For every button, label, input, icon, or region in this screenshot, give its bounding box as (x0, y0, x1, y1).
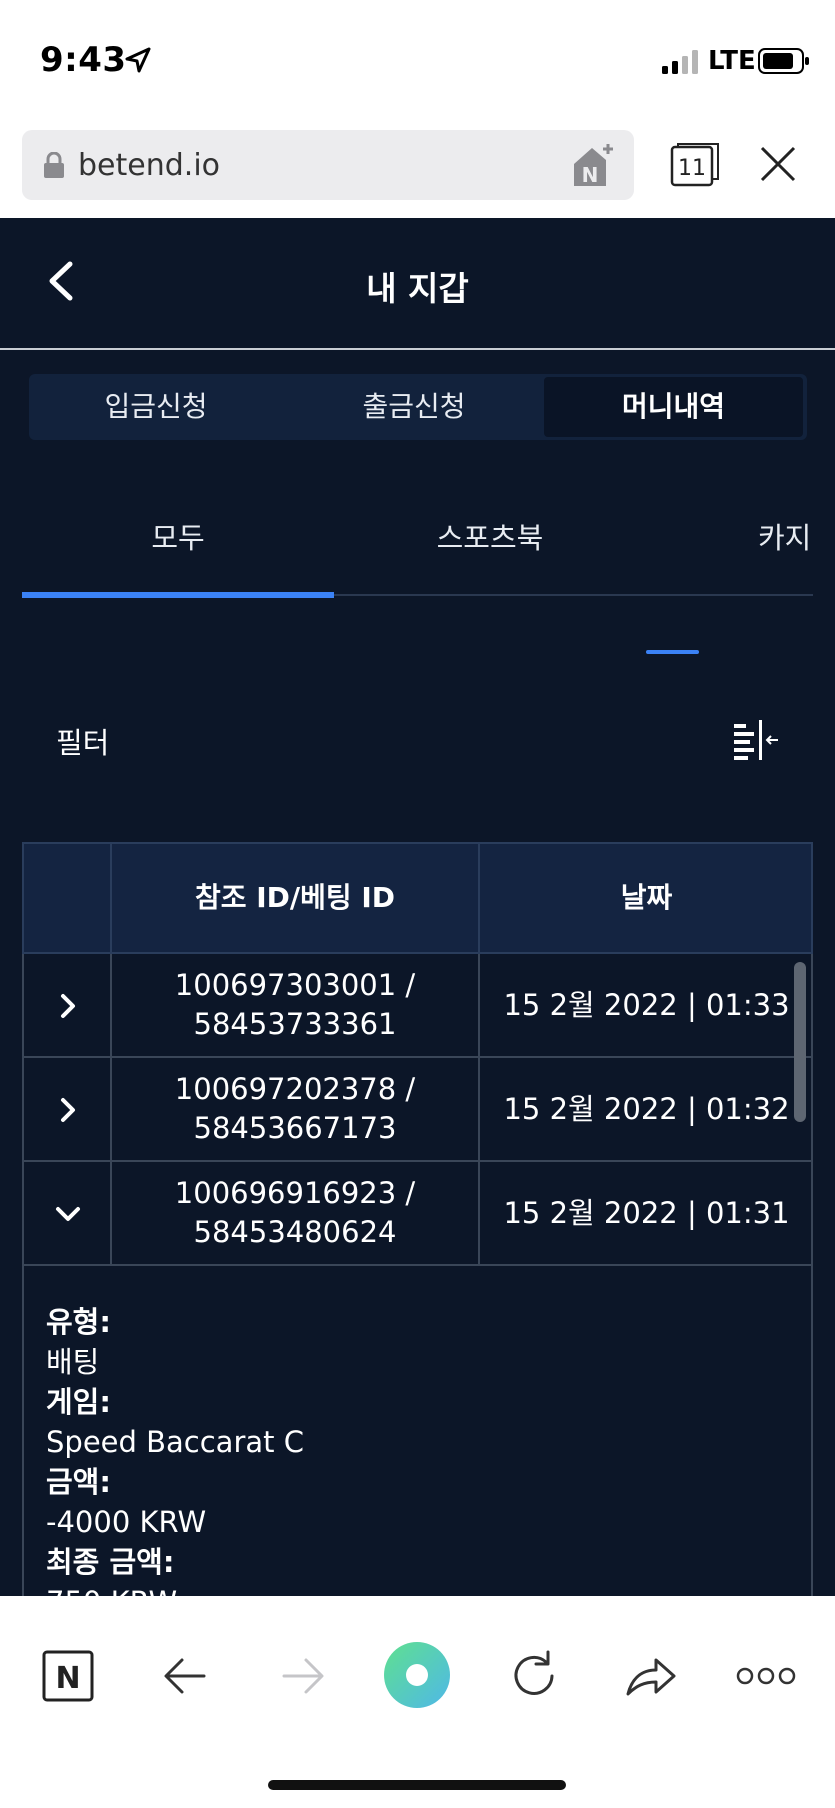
tab-money-history[interactable]: 머니내역 (544, 377, 803, 437)
network-type: LTE (708, 46, 756, 76)
detail-amount-label: 금액: (46, 1465, 111, 1499)
detail-amount-value: -4000 KRW (46, 1505, 207, 1539)
status-bar: 9:43 LTE (0, 0, 835, 120)
detail-final-amount-label: 최종 금액: (46, 1545, 175, 1579)
svg-text:11: 11 (678, 156, 706, 181)
table-row[interactable]: 100697303001 / 58453733361 15 2월 2022 | … (22, 954, 813, 1058)
page-header: 내 지갑 (0, 218, 835, 348)
header-expand-cell (24, 844, 112, 952)
detail-type-label: 유형: (46, 1305, 111, 1339)
reference-id: 100696916923 / (174, 1176, 416, 1210)
status-time: 9:43 (40, 40, 127, 80)
table-row[interactable]: 100697202378 / 58453667173 15 2월 2022 | … (22, 1058, 813, 1162)
active-category-indicator (22, 592, 334, 598)
forward-icon[interactable] (274, 1648, 330, 1704)
date-cell: 15 2월 2022 | 01:32 (503, 1092, 790, 1126)
svg-text:N: N (55, 1661, 80, 1696)
category-tabs: 모두 스포츠북 카지 (22, 488, 813, 598)
chevron-down-icon (56, 1207, 80, 1221)
page-title: 내 지갑 (366, 269, 469, 308)
signal-icon (662, 50, 698, 74)
close-icon[interactable] (758, 144, 798, 184)
location-arrow-icon (125, 47, 151, 73)
table-header: 참조 ID/베팅 ID 날짜 (22, 842, 813, 954)
reference-id: 100697202378 / (174, 1072, 416, 1106)
detail-type-value: 배팅 (46, 1345, 100, 1379)
chevron-right-icon (61, 1098, 75, 1122)
detail-final-amount-value: 750 KRW (46, 1582, 811, 1596)
expand-cell[interactable] (24, 1162, 112, 1264)
tab-withdraw-request[interactable]: 출금신청 (283, 374, 545, 440)
address-bar[interactable]: betend.io N (22, 130, 634, 200)
tabs-button[interactable]: 11 (670, 143, 720, 187)
wallet-segment-control: 입금신청 출금신청 머니내역 (29, 374, 807, 440)
tab-casino[interactable]: 카지 (646, 488, 835, 588)
bet-id: 58453733361 (193, 1007, 397, 1041)
reference-id-cell: 100697202378 / 58453667173 (112, 1058, 480, 1160)
detail-game-label: 게임: (46, 1385, 111, 1419)
bet-id: 58453667173 (193, 1111, 397, 1145)
reload-icon[interactable] (506, 1648, 562, 1704)
filter-label[interactable]: 필터 (56, 720, 109, 762)
url-text: betend.io (78, 148, 221, 183)
table-scrollbar[interactable] (794, 962, 806, 1122)
expand-cell[interactable] (24, 1058, 112, 1160)
header-date: 날짜 (620, 881, 673, 914)
date-cell: 15 2월 2022 | 01:31 (503, 1196, 790, 1230)
share-icon[interactable] (622, 1648, 678, 1704)
tab-all[interactable]: 모두 (22, 488, 334, 588)
back-icon[interactable] (158, 1648, 214, 1704)
header-reference-id: 참조 ID/베팅 ID (112, 844, 480, 952)
naver-n-icon[interactable]: N (40, 1648, 96, 1704)
filter-collapse-icon[interactable] (732, 718, 780, 762)
add-to-home-icon[interactable]: N (568, 140, 618, 190)
svg-text:N: N (582, 163, 599, 187)
lock-icon (44, 152, 64, 178)
reference-id-cell: 100696916923 / 58453480624 (112, 1162, 480, 1264)
row-detail-panel: 유형: 배팅 게임: Speed Baccarat C 금액: -4000 KR… (22, 1266, 813, 1596)
reference-id-cell: 100697303001 / 58453733361 (112, 954, 480, 1056)
chevron-right-icon (61, 994, 75, 1018)
battery-icon (758, 48, 809, 74)
tab-sportsbook[interactable]: 스포츠북 (334, 488, 646, 588)
header-divider (0, 348, 835, 350)
reference-id: 100697303001 / (174, 968, 416, 1002)
green-dot-icon[interactable] (382, 1640, 452, 1710)
expand-cell[interactable] (24, 954, 112, 1056)
more-options-icon[interactable] (736, 1662, 796, 1690)
bet-id: 58453480624 (193, 1215, 397, 1249)
active-tab-indicator (646, 650, 699, 654)
browser-toolbar: N (0, 1596, 835, 1808)
table-row[interactable]: 100696916923 / 58453480624 15 2월 2022 | … (22, 1162, 813, 1266)
wallet-page: 내 지갑 입금신청 출금신청 머니내역 모두 스포츠북 카지 필터 참조 ID/… (0, 218, 835, 1596)
tab-deposit-request[interactable]: 입금신청 (29, 374, 283, 440)
home-indicator (268, 1780, 566, 1790)
date-cell: 15 2월 2022 | 01:33 (503, 988, 790, 1022)
detail-game-value: Speed Baccarat C (46, 1425, 304, 1459)
